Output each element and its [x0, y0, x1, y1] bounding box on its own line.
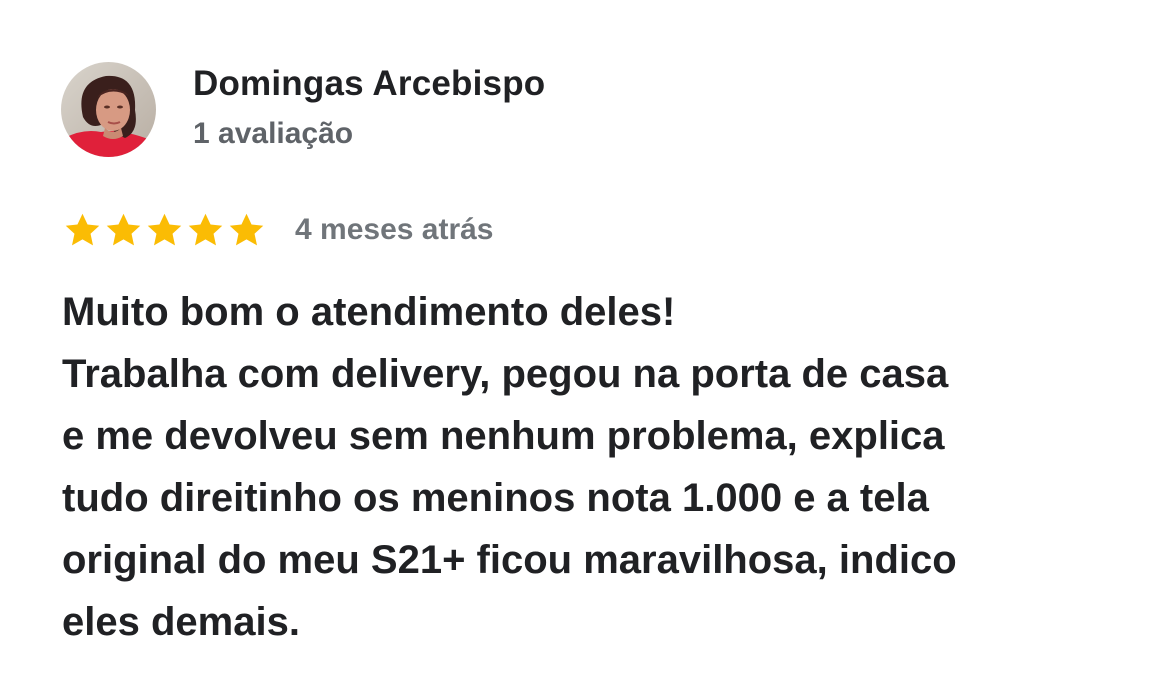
- rating-row: 4 meses atrás: [62, 206, 494, 254]
- review-text-line: eles demais.: [62, 600, 300, 644]
- star-icon: [144, 210, 185, 251]
- star-icon: [226, 210, 267, 251]
- review-text-line: original do meu S21+ ficou maravilhosa, …: [62, 538, 957, 582]
- star-icon: [62, 210, 103, 251]
- review-text: Muito bom o atendimento deles! Trabalha …: [62, 281, 1122, 653]
- star-icon: [185, 210, 226, 251]
- reviewer-review-count: 1 avaliação: [193, 117, 354, 150]
- review-text-line: tudo direitinho os meninos nota 1.000 e …: [62, 476, 929, 520]
- review-time: 4 meses atrás: [295, 213, 494, 246]
- review-text-line: Muito bom o atendimento deles!: [62, 290, 676, 334]
- reviewer-avatar[interactable]: [61, 62, 156, 157]
- review-text-line: Trabalha com delivery, pegou na porta de…: [62, 352, 949, 396]
- reviewer-name[interactable]: Domingas Arcebispo: [193, 64, 545, 104]
- star-rating: [62, 210, 267, 251]
- avatar-photo: [61, 62, 156, 157]
- star-icon: [103, 210, 144, 251]
- review-card: Domingas Arcebispo 1 avaliação 4 meses a…: [0, 0, 1170, 676]
- review-text-line: e me devolveu sem nenhum problema, expli…: [62, 414, 945, 458]
